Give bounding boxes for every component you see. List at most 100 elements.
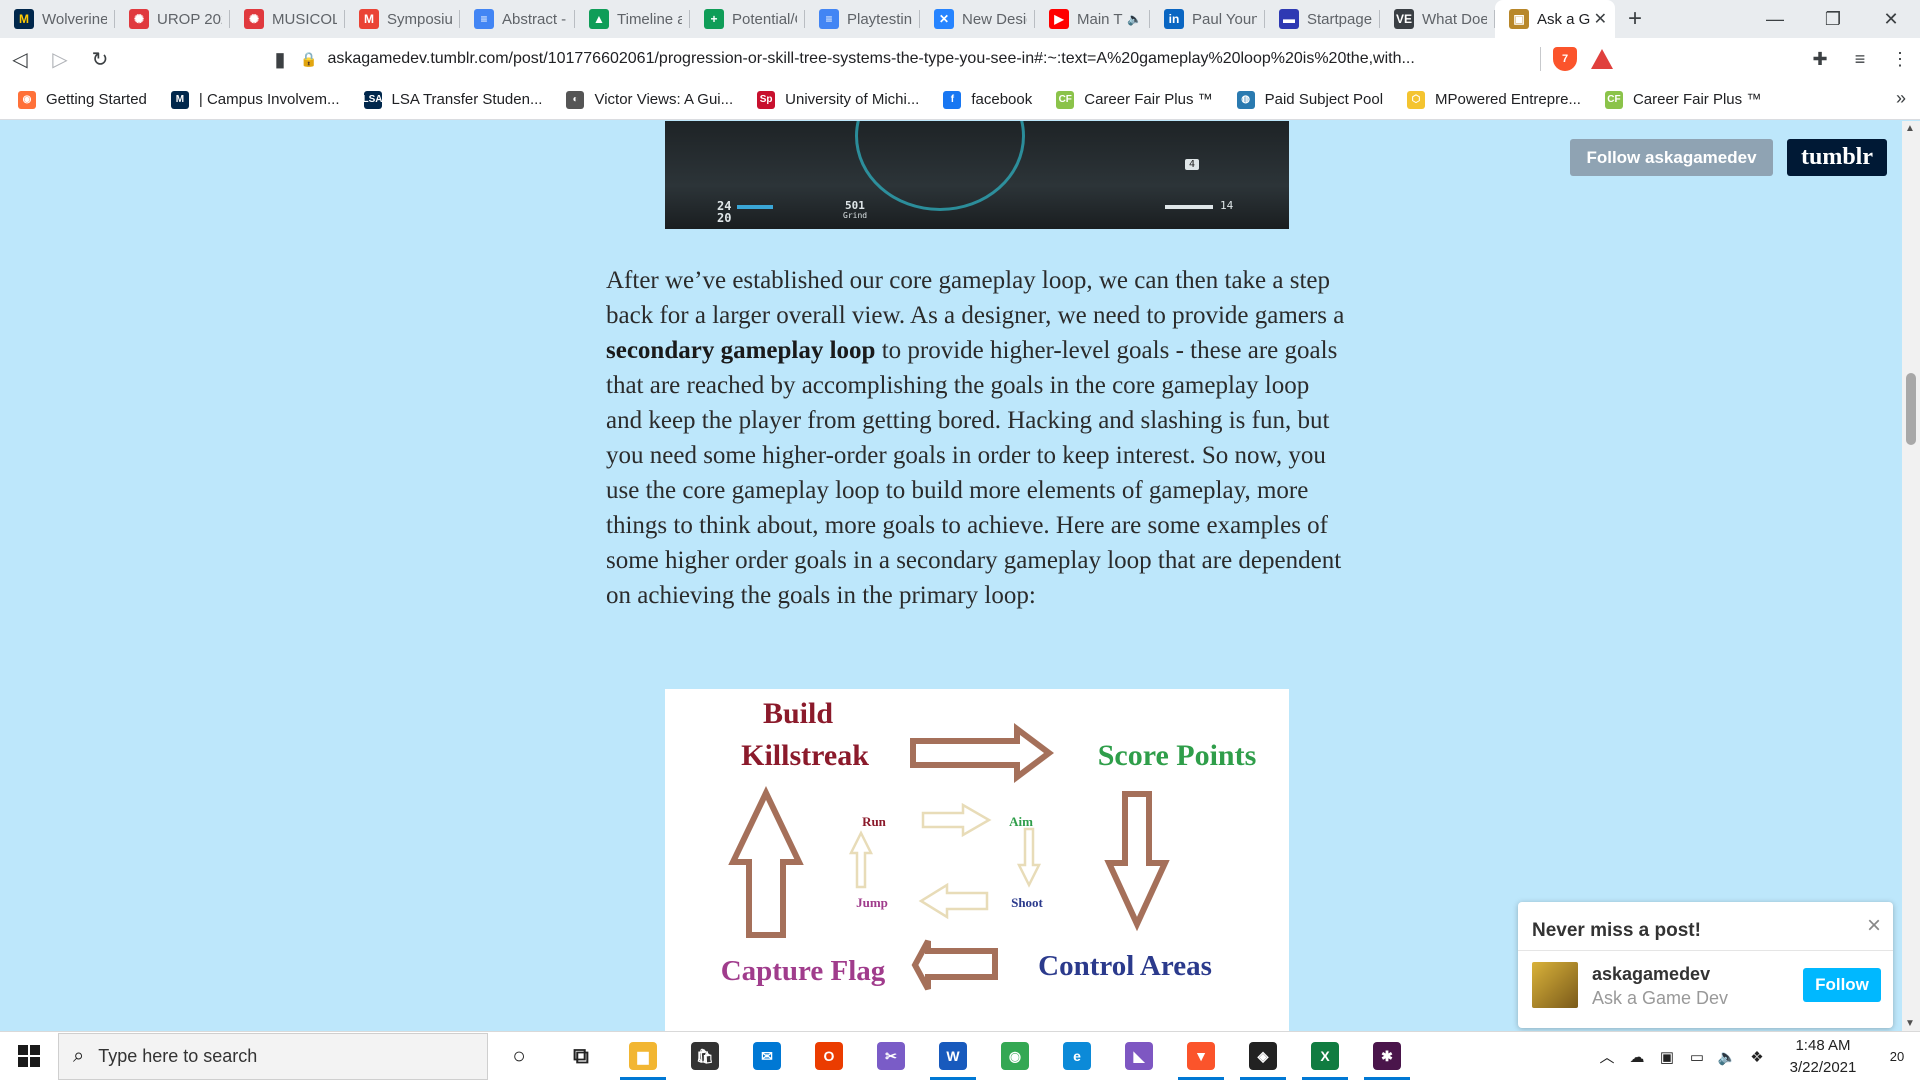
- tab-7[interactable]: ≡ Playtesting: [805, 0, 920, 38]
- volume-icon[interactable]: 🔈: [1712, 1048, 1742, 1066]
- extensions-puzzle-icon[interactable]: ✚: [1800, 49, 1840, 70]
- hud-bar: [737, 205, 773, 209]
- bookmark-item[interactable]: LSA LSA Transfer Studen...: [363, 90, 542, 109]
- chevron-up-icon[interactable]: ︿: [1592, 1046, 1622, 1067]
- tab-label: What Doe: [1422, 10, 1487, 28]
- cortana-icon[interactable]: ○: [488, 1032, 550, 1080]
- tab-8[interactable]: ✕ New Desig: [920, 0, 1035, 38]
- brave-icon[interactable]: ▼: [1170, 1032, 1232, 1080]
- chrome-icon[interactable]: ◉: [984, 1032, 1046, 1080]
- bookmark-label: Career Fair Plus ™: [1084, 91, 1213, 108]
- url-text[interactable]: askagamedev.tumblr.com/post/101776602061…: [327, 50, 1527, 68]
- tab-6[interactable]: + Potential/C: [690, 0, 805, 38]
- minimize-button[interactable]: —: [1746, 0, 1804, 38]
- audio-icon[interactable]: 🔈: [1127, 12, 1142, 26]
- taskbar: ⌕ Type here to search ○ ⧉ ▆ 🛍 ✉ O ✂ W ◉ e ◣ ▼ ◈ X ✱ ︿ …: [0, 1031, 1920, 1080]
- meet-now-icon[interactable]: ▣: [1652, 1048, 1682, 1066]
- avatar[interactable]: [1532, 962, 1578, 1008]
- hud-indicator: 4: [1185, 159, 1200, 170]
- start-button[interactable]: [0, 1032, 58, 1080]
- reload-button[interactable]: ↻: [80, 39, 120, 79]
- app-glyph: ▼: [1187, 1042, 1215, 1070]
- visual-studio-icon[interactable]: ◣: [1108, 1032, 1170, 1080]
- battery-icon[interactable]: ▭: [1682, 1048, 1712, 1066]
- tab-10[interactable]: in Paul Young: [1150, 0, 1265, 38]
- tab-13[interactable]: ▣ Ask a G ✕: [1495, 0, 1615, 38]
- slack-icon[interactable]: ✱: [1356, 1032, 1418, 1080]
- clock[interactable]: 1:48 AM 3/22/2021: [1778, 1035, 1868, 1079]
- bookmark-label: Career Fair Plus ™: [1632, 91, 1762, 108]
- notifications-icon[interactable]: 20: [1874, 1032, 1920, 1080]
- taskbar-search-input[interactable]: ⌕ Type here to search: [58, 1032, 488, 1080]
- bookmark-favicon-icon: CF: [1604, 90, 1623, 109]
- mail-icon[interactable]: ✉: [736, 1032, 798, 1080]
- tab-5[interactable]: ▲ Timeline a: [575, 0, 690, 38]
- divider: [1518, 950, 1893, 951]
- scroll-up-icon[interactable]: ▲: [1905, 123, 1915, 134]
- bookmark-item[interactable]: CF Career Fair Plus ™: [1056, 90, 1213, 109]
- dropbox-icon[interactable]: ❖: [1742, 1048, 1772, 1066]
- forward-button[interactable]: ▷: [40, 39, 80, 79]
- bookmarks-overflow-icon[interactable]: »: [1896, 88, 1906, 109]
- blog-name[interactable]: askagamedev: [1592, 964, 1710, 985]
- brave-shield-icon[interactable]: 7: [1553, 47, 1577, 71]
- brave-rewards-icon[interactable]: [1591, 49, 1613, 69]
- bookmark-item[interactable]: f facebook: [943, 90, 1032, 109]
- tab-2[interactable]: ✺ MUSICOL: [230, 0, 345, 38]
- onedrive-icon[interactable]: ☁: [1622, 1048, 1652, 1066]
- tab-label: Playtesting: [847, 10, 912, 28]
- media-controls-icon[interactable]: ≡: [1840, 49, 1880, 70]
- paragraph-text: to provide higher-level goals - these ar…: [606, 337, 1342, 609]
- browser-menu-icon[interactable]: ⋮: [1880, 49, 1920, 70]
- bookmark-item[interactable]: ⬡ MPowered Entrepre...: [1407, 90, 1581, 109]
- bookmark-item[interactable]: M | Campus Involvem...: [170, 90, 340, 109]
- bookmark-favicon-icon: ◍: [1236, 90, 1255, 109]
- blog-title: Ask a Game Dev: [1592, 988, 1729, 1008]
- bookmark-item[interactable]: ◉ Getting Started: [18, 90, 147, 109]
- bookmark-item[interactable]: ◍ Paid Subject Pool: [1236, 90, 1384, 109]
- unity-icon[interactable]: ◈: [1232, 1032, 1294, 1080]
- follow-blog-button[interactable]: Follow askagamedev: [1570, 139, 1773, 176]
- tab-favicon-icon: +: [704, 9, 724, 29]
- office-icon[interactable]: O: [798, 1032, 860, 1080]
- tab-12[interactable]: VE What Doe: [1380, 0, 1495, 38]
- edge-icon[interactable]: e: [1046, 1032, 1108, 1080]
- lock-icon[interactable]: 🔒: [300, 51, 317, 68]
- back-button[interactable]: ◁: [0, 39, 40, 79]
- bookmark-item[interactable]: CF Career Fair Plus ™: [1604, 90, 1762, 109]
- tumblr-logo[interactable]: tumblr: [1787, 139, 1887, 176]
- snip-icon[interactable]: ✂: [860, 1032, 922, 1080]
- store-icon[interactable]: 🛍: [674, 1032, 736, 1080]
- close-tab-icon[interactable]: ✕: [1594, 9, 1607, 29]
- tab-9[interactable]: ▶ Main T 🔈: [1035, 0, 1150, 38]
- tab-label: Wolverine: [42, 10, 107, 28]
- bookmark-item[interactable]: Sp University of Michi...: [757, 90, 919, 109]
- taskbar-apps: ○ ⧉ ▆ 🛍 ✉ O ✂ W ◉ e ◣ ▼ ◈ X ✱: [488, 1032, 1418, 1080]
- scroll-down-icon[interactable]: ▼: [1905, 1018, 1915, 1029]
- tab-11[interactable]: ▬ Startpage: [1265, 0, 1380, 38]
- app-glyph: e: [1063, 1042, 1091, 1070]
- extension-area: 7: [1540, 38, 1613, 80]
- scrollbar-thumb[interactable]: [1906, 373, 1916, 445]
- tab-4[interactable]: ≡ Abstract -: [460, 0, 575, 38]
- file-explorer-icon[interactable]: ▆: [612, 1032, 674, 1080]
- bookmark-favicon-icon: LSA: [363, 90, 383, 109]
- address-bar[interactable]: 🔒 askagamedev.tumblr.com/post/1017766020…: [300, 42, 1530, 76]
- new-tab-button[interactable]: +: [1615, 0, 1655, 38]
- follow-button[interactable]: Follow: [1803, 968, 1881, 1002]
- tab-1[interactable]: ✺ UROP 2020: [115, 0, 230, 38]
- tab-3[interactable]: M Symposium: [345, 0, 460, 38]
- bookmark-item[interactable]: ◐ Victor Views: A Gui...: [566, 90, 733, 109]
- bookmark-label: Paid Subject Pool: [1264, 91, 1384, 108]
- close-window-button[interactable]: ✕: [1862, 0, 1920, 38]
- tab-favicon-icon: M: [359, 9, 379, 29]
- restore-button[interactable]: ❐: [1804, 0, 1862, 38]
- bookmark-page-button[interactable]: ▮: [260, 39, 300, 79]
- tab-0[interactable]: M Wolverine: [0, 0, 115, 38]
- excel-icon[interactable]: X: [1294, 1032, 1356, 1080]
- page-scrollbar[interactable]: ▲ ▼: [1902, 121, 1920, 1031]
- word-icon[interactable]: W: [922, 1032, 984, 1080]
- close-icon[interactable]: ×: [1867, 912, 1881, 940]
- label-killstreak: Killstreak: [741, 739, 869, 772]
- task-view-icon[interactable]: ⧉: [550, 1032, 612, 1080]
